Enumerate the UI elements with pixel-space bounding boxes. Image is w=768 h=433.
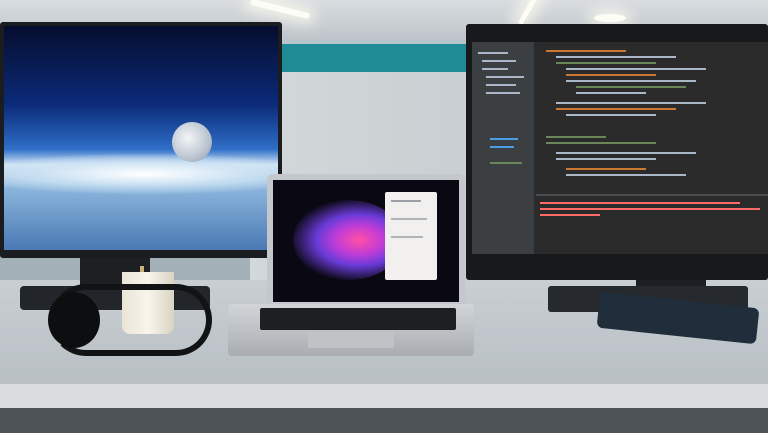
notification-panel [385,192,437,280]
project-tree [472,42,534,254]
ceiling-light [250,0,310,20]
under-desk [0,408,768,433]
ide-screen [472,42,768,254]
ceiling-light [594,14,626,22]
run-console [536,194,768,254]
moon [172,122,212,162]
headphone-earcup [48,292,100,348]
code-editor [536,42,768,192]
laptop-trackpad [308,332,394,348]
laptop-screen [273,180,459,302]
left-monitor [0,22,282,258]
atmosphere-glow [4,154,278,194]
laptop-keyboard [260,308,456,330]
earth-wallpaper [4,26,278,250]
ceiling-light [517,0,543,26]
